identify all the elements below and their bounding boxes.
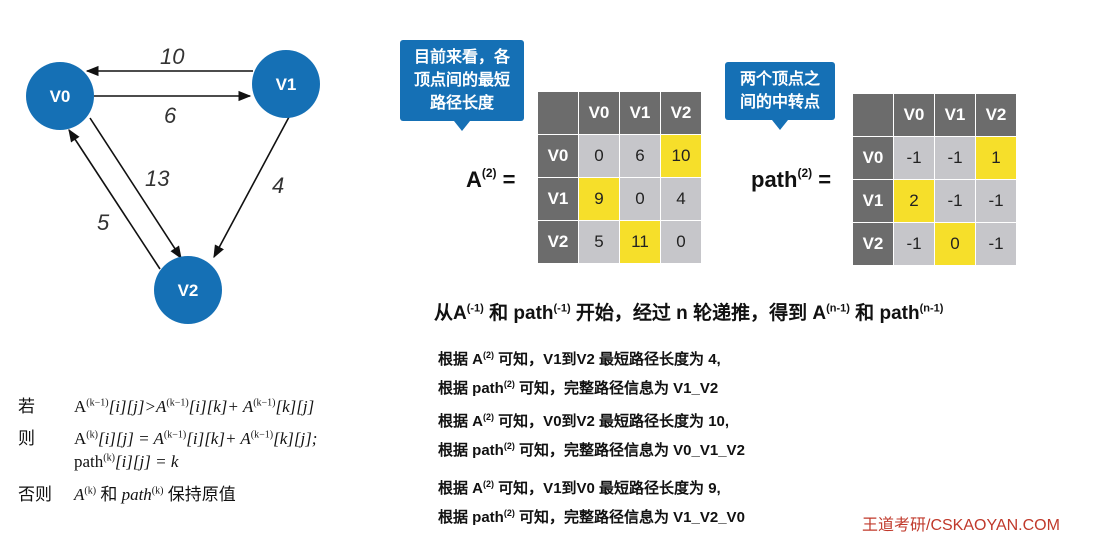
matrix-cell-highlighted: 9 xyxy=(578,177,620,221)
graph-diagram: 10 6 13 4 5 V0 V1 V2 xyxy=(26,44,320,324)
note-line: 根据 A(2) 可知，V1到V2 最短路径长度为 4, xyxy=(438,350,721,368)
path-note: 根据 A(2) 可知，V0到V2 最短路径长度为 10, 根据 path(2) … xyxy=(438,405,745,463)
path-callout: 两个顶点之 间的中转点 xyxy=(725,62,835,130)
headline: 从A(-1) 和 path(-1) 开始，经过 n 轮递推，得到 A(n-1) … xyxy=(434,302,944,324)
note-line: 根据 path(2) 可知，完整路径信息为 V0_V1_V2 xyxy=(438,441,745,459)
path-note: 根据 A(2) 可知，V1到V2 最短路径长度为 4, 根据 path(2) 可… xyxy=(438,343,721,401)
row-header: V2 xyxy=(537,220,579,264)
column-header: V1 xyxy=(619,91,661,135)
note-line: 根据 A(2) 可知，V1到V0 最短路径长度为 9, xyxy=(438,479,721,497)
vertex-label: V0 xyxy=(50,87,71,106)
row-header: V0 xyxy=(537,134,579,178)
matrix-path-label: path(2) = xyxy=(751,165,832,192)
matrix-corner xyxy=(852,93,894,137)
formula-line: 则 A(k)[i][j] = A(k−1)[i][k]+ A(k−1)[k][j]… xyxy=(18,429,318,448)
matrix-corner xyxy=(537,91,579,135)
note-line: 根据 path(2) 可知，完整路径信息为 V1_V2 xyxy=(438,379,719,397)
matrix-cell: 0 xyxy=(660,220,702,264)
matrix-cell: -1 xyxy=(893,136,935,180)
weight-label: 6 xyxy=(164,103,177,128)
matrix-cell: -1 xyxy=(934,136,976,180)
distance-matrix: V0 V1 V2 V0 0 6 10 V1 9 0 4 V2 5 11 0 xyxy=(537,91,702,264)
weight-label: 5 xyxy=(97,210,110,235)
matrix-cell: 0 xyxy=(578,134,620,178)
matrix-cell: 5 xyxy=(578,220,620,264)
note-line: 根据 path(2) 可知，完整路径信息为 V1_V2_V0 xyxy=(438,508,745,526)
path-matrix: V0 V1 V2 V0 -1 -1 1 V1 2 -1 -1 V2 -1 0 -… xyxy=(852,93,1017,266)
matrix-cell-highlighted: 1 xyxy=(975,136,1017,180)
row-header: V1 xyxy=(537,177,579,221)
column-header: V2 xyxy=(660,91,702,135)
weight-label: 10 xyxy=(160,44,185,69)
row-header: V0 xyxy=(852,136,894,180)
matrix-cell: 0 xyxy=(619,177,661,221)
column-header: V2 xyxy=(975,93,1017,137)
distance-callout: 目前来看，各 顶点间的最短 路径长度 xyxy=(400,40,524,131)
row-header: V1 xyxy=(852,179,894,223)
matrix-cell: -1 xyxy=(893,222,935,266)
edge-v2-v0 xyxy=(68,128,161,270)
matrix-cell: -1 xyxy=(934,179,976,223)
vertex-label: V2 xyxy=(178,281,199,300)
vertex-label: V1 xyxy=(276,75,297,94)
column-header: V0 xyxy=(893,93,935,137)
formula-line: 否则 A(k) 和 path(k) 保持原值 xyxy=(18,485,236,504)
formula-line: path(k)[i][j] = k xyxy=(74,452,179,471)
matrix-cell: 4 xyxy=(660,177,702,221)
matrix-cell-highlighted: 10 xyxy=(660,134,702,178)
matrix-cell: -1 xyxy=(975,222,1017,266)
weight-label: 4 xyxy=(272,173,284,198)
column-header: V1 xyxy=(934,93,976,137)
row-header: V2 xyxy=(852,222,894,266)
note-line: 根据 A(2) 可知，V0到V2 最短路径长度为 10, xyxy=(438,412,730,430)
matrix-cell-highlighted: 11 xyxy=(619,220,661,264)
matrix-cell: -1 xyxy=(975,179,1017,223)
column-header: V0 xyxy=(578,91,620,135)
weight-label: 13 xyxy=(145,166,170,191)
matrix-cell-highlighted: 2 xyxy=(893,179,935,223)
matrix-a-label: A(2) = xyxy=(466,165,516,192)
path-note: 根据 A(2) 可知，V1到V0 最短路径长度为 9, 根据 path(2) 可… xyxy=(438,472,745,530)
formula-line: 若 A(k−1)[i][j]>A(k−1)[i][k]+ A(k−1)[k][j] xyxy=(18,397,315,416)
matrix-cell: 6 xyxy=(619,134,661,178)
matrix-cell-highlighted: 0 xyxy=(934,222,976,266)
brand-watermark: 王道考研/CSKAOYAN.COM xyxy=(862,517,1060,534)
